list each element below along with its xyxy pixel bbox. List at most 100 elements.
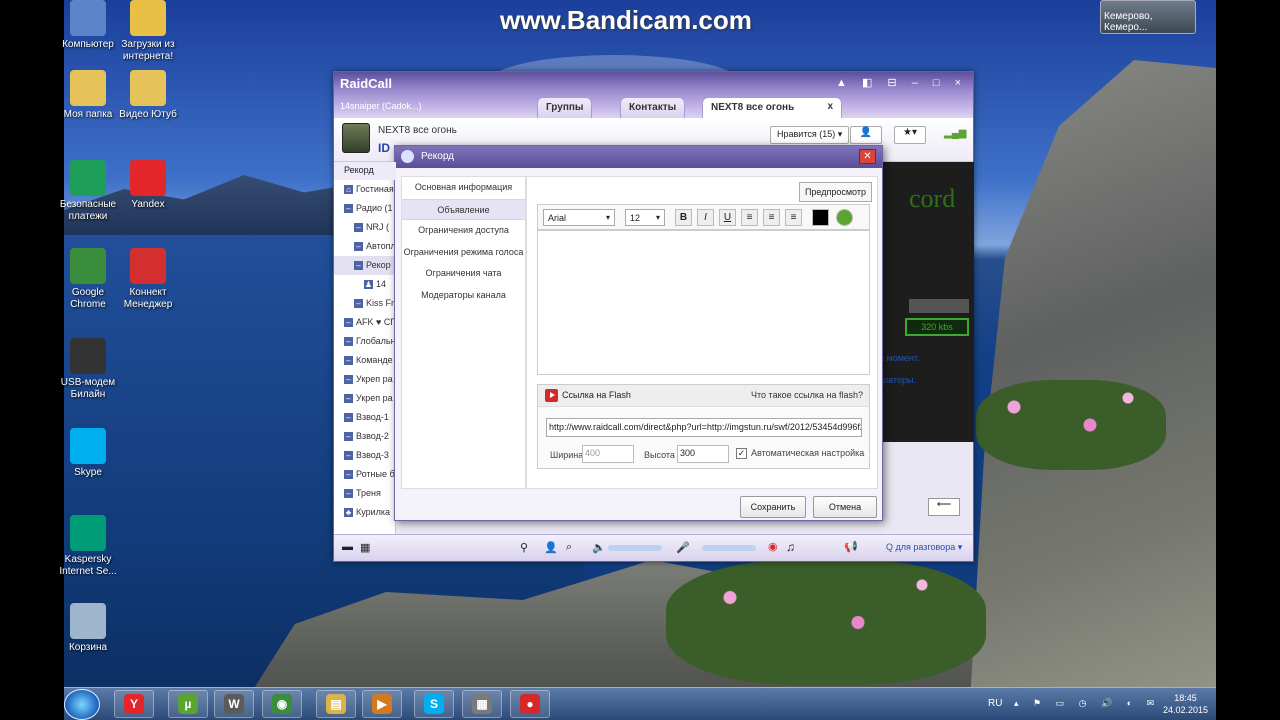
tree-item[interactable]: – Рекор — [334, 256, 395, 275]
search-icon[interactable]: ⌕ — [566, 541, 572, 554]
calendar-icon[interactable]: ▦ — [360, 541, 370, 554]
tree-item[interactable]: – Команде — [334, 351, 395, 370]
megaphone-icon[interactable]: 📢 — [844, 540, 858, 553]
align-center-button[interactable]: ≡ — [763, 209, 780, 226]
align-left-button[interactable]: ≡ — [741, 209, 758, 226]
microphone-icon[interactable]: 🎤 — [676, 541, 690, 554]
like-button[interactable]: Нравится (15) ▾ — [770, 126, 850, 144]
taskbar-app[interactable]: ◉ — [262, 690, 302, 718]
nav-item[interactable]: Ограничения режима голоса — [402, 242, 525, 264]
desktop-icon[interactable]: Корзина — [58, 603, 118, 654]
align-right-button[interactable]: ≡ — [785, 209, 802, 226]
desktop-icon[interactable]: USB-модем Билайн — [58, 338, 118, 401]
tab-channel[interactable]: NEXT8 все огонь x — [702, 97, 842, 118]
tree-toggle-icon[interactable]: – — [354, 223, 363, 232]
underline-button[interactable]: U — [719, 209, 736, 226]
tree-toggle-icon[interactable]: – — [354, 261, 363, 270]
tree-toggle-icon[interactable]: – — [344, 356, 353, 365]
tree-item[interactable]: – Радио (1 — [334, 199, 395, 218]
tree-toggle-icon[interactable]: – — [344, 489, 353, 498]
record-icon[interactable]: ◉ — [768, 540, 778, 553]
taskbar-app[interactable]: ● — [510, 690, 550, 718]
width-input[interactable]: 400 — [582, 445, 634, 463]
cancel-button[interactable]: Отмена — [813, 496, 877, 518]
tree-toggle-icon[interactable]: – — [344, 451, 353, 460]
flash-url-input[interactable]: http://www.raidcall.com/direct&php?url=h… — [546, 418, 862, 437]
size-select[interactable]: 12 ▾ — [625, 209, 665, 226]
taskbar-app[interactable]: µ — [168, 690, 208, 718]
tree-item[interactable]: – Взвод-1 — [334, 408, 395, 427]
nav-item[interactable]: Основная информация — [402, 177, 525, 199]
taskbar-app[interactable]: W — [214, 690, 254, 718]
tree-toggle-icon[interactable]: – — [354, 299, 363, 308]
start-button[interactable] — [64, 689, 100, 720]
tree-item[interactable]: – Автопл — [334, 237, 395, 256]
favorite-star-icon[interactable]: ★▾ — [894, 126, 926, 144]
close-button[interactable]: ✕ — [859, 149, 876, 164]
send-button[interactable]: ⟵ — [928, 498, 960, 516]
tree-item[interactable]: – Взвод-2 — [334, 427, 395, 446]
tab-groups[interactable]: Группы — [537, 97, 593, 118]
tree-item[interactable]: – Треня — [334, 484, 395, 503]
nav-item[interactable]: Объявление — [402, 198, 525, 220]
desktop-icon[interactable]: Безопасные платежи — [58, 160, 118, 223]
tree-toggle-icon[interactable]: – — [344, 337, 353, 346]
nav-item[interactable]: Модераторы канала — [402, 285, 525, 307]
desktop-icon[interactable]: Коннект Менеджер — [118, 248, 178, 311]
tree-toggle-icon[interactable]: ⌂ — [344, 185, 353, 194]
color-picker[interactable] — [812, 209, 829, 226]
desktop-icon[interactable]: Моя папка — [58, 70, 118, 121]
emoticon-icon[interactable] — [836, 209, 853, 226]
desktop-icon[interactable]: Skype — [58, 428, 118, 479]
font-select[interactable]: Arial ▾ — [543, 209, 615, 226]
tree-toggle-icon[interactable]: – — [354, 242, 363, 251]
desktop-icon[interactable]: Yandex — [118, 160, 178, 211]
tab-close-icon[interactable]: x — [827, 101, 833, 112]
window-controls[interactable]: ▲ ◧ ⊟ – □ × — [836, 76, 967, 89]
speaker-icon[interactable]: 🔈 — [592, 541, 606, 554]
tree-item[interactable]: – Взвод-3 — [334, 446, 395, 465]
user-status[interactable]: 14snaiper (Cadok...) — [340, 101, 422, 111]
tree-item[interactable]: – AFK ♥ СП — [334, 313, 395, 332]
taskbar-app[interactable]: Y — [114, 690, 154, 718]
flash-help-link[interactable]: Что такое ссылка на flash? — [751, 390, 863, 400]
nav-item[interactable]: Ограничения чата — [402, 263, 525, 285]
tree-item[interactable]: – Ротные б — [334, 465, 395, 484]
desktop-icon[interactable]: Видео Ютуб — [118, 70, 178, 121]
tree-toggle-icon[interactable]: – — [344, 318, 353, 327]
tree-item[interactable]: ⌂ Гостиная — [334, 180, 395, 199]
tree-item[interactable]: – Глобальн — [334, 332, 395, 351]
italic-button[interactable]: I — [697, 209, 714, 226]
clock[interactable]: 18:45 24.02.2015 — [1163, 692, 1208, 716]
taskbar-app[interactable]: S — [414, 690, 454, 718]
taskbar-app[interactable]: ▦ — [462, 690, 502, 718]
tree-item[interactable]: ♟ 14 — [334, 275, 395, 294]
height-input[interactable]: 300 — [677, 445, 729, 463]
save-button[interactable]: Сохранить — [740, 496, 806, 518]
desktop-icon[interactable]: Google Chrome — [58, 248, 118, 311]
add-user-icon[interactable]: 👤 — [850, 126, 882, 144]
voice-mode-select[interactable]: Q для разговора ▾ — [886, 542, 962, 553]
volume-slider[interactable] — [608, 545, 662, 551]
desktop-icon[interactable]: Компьютер — [58, 0, 118, 51]
tree-toggle-icon[interactable]: ♟ — [364, 280, 373, 289]
auto-checkbox[interactable]: ✓ — [736, 448, 747, 459]
music-icon[interactable]: ♫ — [786, 540, 795, 554]
bold-button[interactable]: B — [675, 209, 692, 226]
tree-item[interactable]: – NRJ ( — [334, 218, 395, 237]
desktop-icon[interactable]: Kaspersky Internet Se... — [58, 515, 118, 578]
nav-item[interactable]: Ограничения доступа — [402, 220, 525, 242]
weather-gadget[interactable]: Кемерово, Кемеро... — [1100, 0, 1196, 34]
language-indicator[interactable]: RU — [988, 698, 1002, 709]
user-icon[interactable]: 👤 — [544, 541, 558, 554]
desktop-icon[interactable]: Загрузки из интернета! — [118, 0, 178, 63]
tree-toggle-icon[interactable]: – — [344, 394, 353, 403]
tree-toggle-icon[interactable]: – — [344, 432, 353, 441]
minus-icon[interactable]: ▬ — [342, 541, 353, 553]
announcement-editor[interactable] — [537, 230, 870, 375]
tree-toggle-icon[interactable]: – — [344, 470, 353, 479]
location-icon[interactable]: ⚲ — [520, 541, 528, 554]
channel-settings-dialog[interactable]: Рекорд ✕ Основная информация Объявление Ог… — [394, 145, 883, 521]
tree-item[interactable]: – Укреп ра — [334, 370, 395, 389]
tab-contacts[interactable]: Контакты — [620, 97, 686, 118]
